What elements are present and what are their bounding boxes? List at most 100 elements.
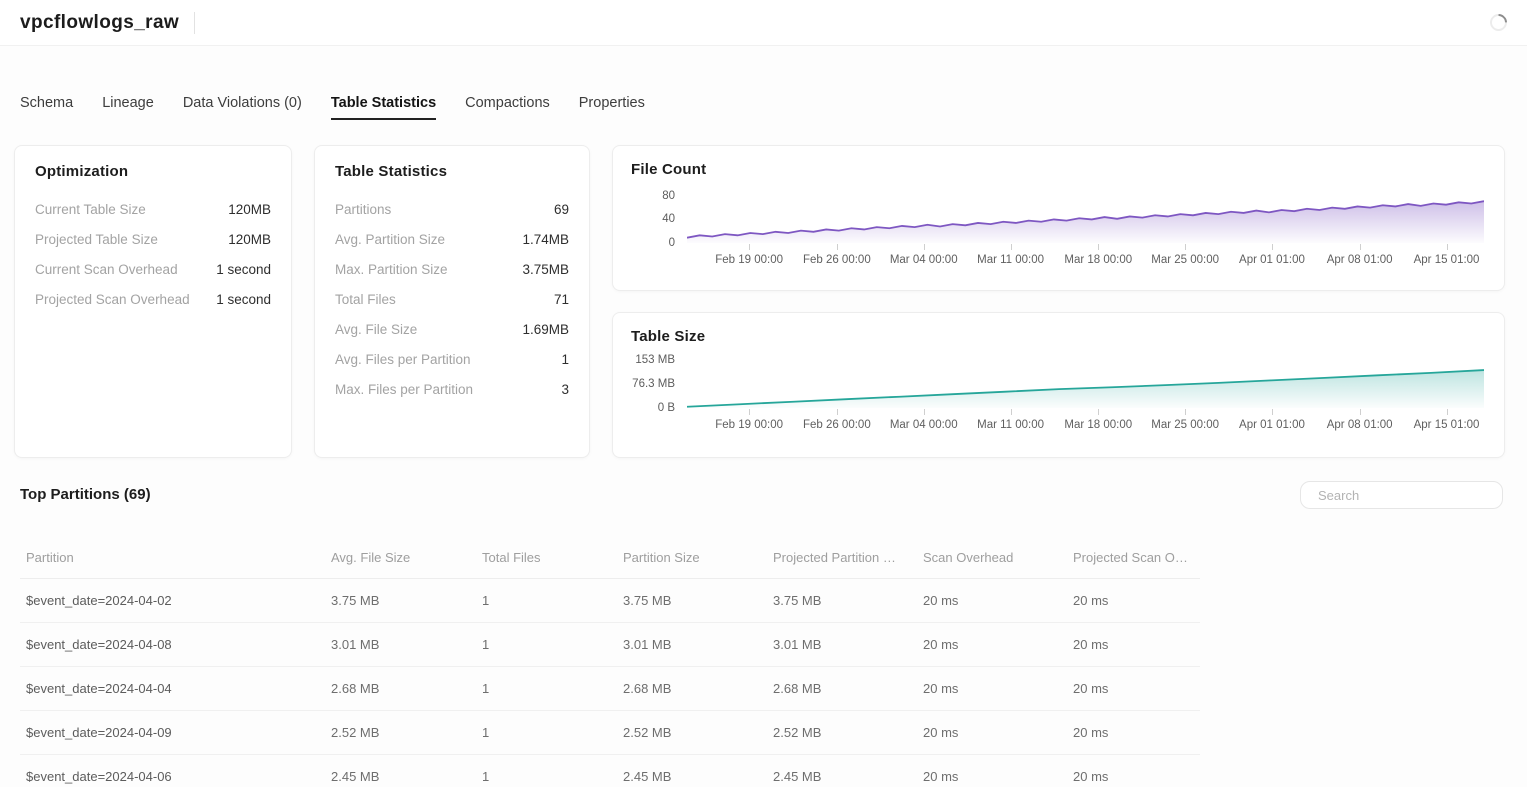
- search-box[interactable]: [1300, 481, 1503, 509]
- table-size-chart[interactable]: 0 B76.3 MB153 MBFeb 19 00:00Feb 26 00:00…: [631, 354, 1484, 437]
- column-header[interactable]: Partition Size: [617, 537, 767, 579]
- stat-label: Partitions: [335, 202, 391, 217]
- column-header[interactable]: Total Files: [476, 537, 617, 579]
- stat-row: Avg. Files per Partition1: [335, 344, 569, 374]
- table-cell: 2.68 MB: [767, 667, 917, 711]
- table-cell: 2.52 MB: [325, 711, 476, 755]
- table-cell: 2.45 MB: [617, 755, 767, 787]
- stat-value: 69: [554, 202, 569, 217]
- table-cell: 3.01 MB: [617, 623, 767, 667]
- x-axis-tick: [924, 244, 925, 250]
- file-count-chart-card: File Count 04080Feb 19 00:00Feb 26 00:00…: [612, 145, 1505, 291]
- stat-row: Partitions 69: [335, 194, 569, 224]
- optimization-card: Optimization Current Table Size120MBProj…: [14, 145, 292, 458]
- y-axis-label: 76.3 MB: [632, 378, 675, 390]
- x-axis-tick: [749, 409, 750, 415]
- tab-properties[interactable]: Properties: [579, 95, 645, 120]
- table-cell: 2.68 MB: [325, 667, 476, 711]
- x-axis-label: Feb 19 00:00: [715, 419, 783, 431]
- stat-value: 120MB: [228, 232, 271, 247]
- y-axis-label: 80: [662, 190, 675, 202]
- table-cell: 20 ms: [917, 667, 1067, 711]
- table-cell: 20 ms: [917, 711, 1067, 755]
- stat-row: Avg. Partition Size1.74MB: [335, 224, 569, 254]
- table-cell: 3.01 MB: [325, 623, 476, 667]
- table-cell: 1: [476, 755, 617, 787]
- table-cell: 20 ms: [1067, 755, 1200, 787]
- x-axis-tick: [1447, 409, 1448, 415]
- search-input[interactable]: [1318, 488, 1494, 503]
- tab-table-statistics[interactable]: Table Statistics: [331, 95, 436, 120]
- table-statistics-stats: Partitions69Avg. Partition Size1.74MBMax…: [335, 194, 569, 404]
- file-count-chart[interactable]: 04080Feb 19 00:00Feb 26 00:00Mar 04 00:0…: [631, 187, 1484, 272]
- tab-data-violations-0[interactable]: Data Violations (0): [183, 95, 302, 120]
- stat-row: Avg. File Size1.69MB: [335, 314, 569, 344]
- partition-name-cell: $event_date=2024-04-08: [20, 623, 325, 667]
- top-partitions-table: PartitionAvg. File SizeTotal FilesPartit…: [20, 537, 1200, 787]
- table-size-chart-card: Table Size 0 B76.3 MB153 MBFeb 19 00:00F…: [612, 312, 1505, 458]
- title-divider: [194, 12, 195, 34]
- area-chart-svg: [687, 187, 1484, 243]
- partition-name-cell: $event_date=2024-04-09: [20, 711, 325, 755]
- x-axis-label: Mar 11 00:00: [977, 419, 1044, 431]
- table-cell: 20 ms: [1067, 667, 1200, 711]
- x-axis-tick: [1185, 244, 1186, 250]
- stat-label: Avg. Files per Partition: [335, 352, 471, 367]
- stat-label: Projected Scan Overhead: [35, 292, 190, 307]
- loading-spinner-icon: [1486, 10, 1510, 34]
- x-axis-label: Mar 18 00:00: [1064, 254, 1132, 266]
- partition-name-cell: $event_date=2024-04-06: [20, 755, 325, 787]
- column-header[interactable]: Scan Overhead: [917, 537, 1067, 579]
- table-cell: 20 ms: [1067, 579, 1200, 623]
- x-axis-tick: [1447, 244, 1448, 250]
- stat-value: 3: [561, 382, 569, 397]
- x-axis-label: Mar 04 00:00: [890, 254, 958, 266]
- stat-row: Projected Table Size120MB: [35, 224, 271, 254]
- table-cell: 3.75 MB: [767, 579, 917, 623]
- x-axis-tick: [1360, 244, 1361, 250]
- x-axis-label: Apr 01 01:00: [1239, 419, 1305, 431]
- x-axis-tick: [1272, 409, 1273, 415]
- stat-row: Current Scan Overhead1 second: [35, 254, 271, 284]
- x-axis-tick: [1272, 244, 1273, 250]
- header: vpcflowlogs_raw: [0, 0, 1527, 46]
- x-axis-label: Mar 18 00:00: [1064, 419, 1132, 431]
- area-chart-svg: [687, 354, 1484, 408]
- tab-bar: Schema Lineage Data Violations (0) Table St…: [20, 95, 645, 120]
- stat-label: Current Scan Overhead: [35, 262, 178, 277]
- column-header[interactable]: Projected Scan Ov…: [1067, 537, 1200, 579]
- table-cell: 20 ms: [917, 579, 1067, 623]
- table-cell: 1: [476, 579, 617, 623]
- table-cell: 3.01 MB: [767, 623, 917, 667]
- column-header[interactable]: Avg. File Size: [325, 537, 476, 579]
- table-statistics-card: Table Statistics Partitions69Avg. Partit…: [314, 145, 590, 458]
- x-axis-label: Mar 04 00:00: [890, 419, 958, 431]
- table-row[interactable]: $event_date=2024-04-092.52 MB12.52 MB2.5…: [20, 711, 1200, 755]
- x-axis-label: Apr 01 01:00: [1239, 254, 1305, 266]
- column-header[interactable]: Partition: [20, 537, 325, 579]
- column-header[interactable]: Projected Partition …: [767, 537, 917, 579]
- table-row[interactable]: $event_date=2024-04-083.01 MB13.01 MB3.0…: [20, 623, 1200, 667]
- table-row[interactable]: $event_date=2024-04-042.68 MB12.68 MB2.6…: [20, 667, 1200, 711]
- table-row[interactable]: $event_date=2024-04-023.75 MB13.75 MB3.7…: [20, 579, 1200, 623]
- x-axis-label: Feb 26 00:00: [803, 254, 871, 266]
- tab-schema[interactable]: Schema: [20, 95, 73, 120]
- x-axis-label: Mar 25 00:00: [1151, 254, 1219, 266]
- tab-lineage[interactable]: Lineage: [102, 95, 154, 120]
- table-row[interactable]: $event_date=2024-04-062.45 MB12.45 MB2.4…: [20, 755, 1200, 787]
- x-axis-tick: [1360, 409, 1361, 415]
- x-axis-tick: [1098, 244, 1099, 250]
- x-axis-tick: [1011, 409, 1012, 415]
- stat-value: 1.69MB: [522, 322, 569, 337]
- tab-compactions[interactable]: Compactions: [465, 95, 550, 120]
- file-count-chart-title: File Count: [631, 161, 1484, 178]
- table-cell: 2.52 MB: [767, 711, 917, 755]
- charts-column: File Count 04080Feb 19 00:00Feb 26 00:00…: [612, 145, 1505, 458]
- stat-row: Total Files71: [335, 284, 569, 314]
- x-axis-tick: [749, 244, 750, 250]
- stat-label: Total Files: [335, 292, 396, 307]
- table-header-row: PartitionAvg. File SizeTotal FilesPartit…: [20, 537, 1200, 579]
- top-partitions-title: Top Partitions (69): [20, 486, 151, 503]
- table-cell: 2.52 MB: [617, 711, 767, 755]
- table-cell: 2.68 MB: [617, 667, 767, 711]
